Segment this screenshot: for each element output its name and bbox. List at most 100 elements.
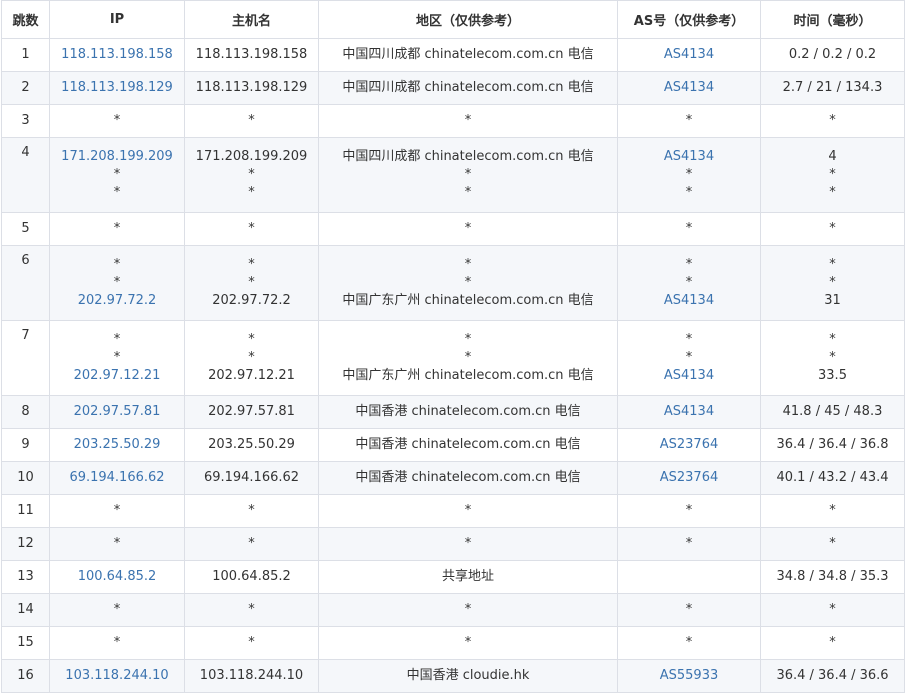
as-link[interactable]: AS4134	[618, 79, 760, 97]
as-link[interactable]: AS4134	[618, 403, 760, 421]
as-link[interactable]: AS4134	[618, 367, 760, 385]
region-cell: * * 中国广东广州 chinatelecom.com.cn 电信	[318, 245, 618, 321]
time-cell: *	[760, 593, 905, 627]
hostname-cell: 103.118.244.10	[184, 659, 319, 693]
time-value: 36.4 / 36.4 / 36.8	[776, 437, 889, 452]
ip-link[interactable]: 171.208.199.209	[50, 148, 184, 166]
region-value: *	[464, 113, 472, 128]
ip-value: *	[113, 332, 121, 347]
host-value: *	[248, 185, 255, 200]
region-value: *	[464, 350, 472, 365]
as-value: *	[685, 536, 693, 551]
table-row: 4 171.208.199.209 * * 171.208.199.209 * * 中国四川成…	[1, 137, 905, 213]
as-link[interactable]: AS4134	[618, 148, 760, 166]
region-value: 中国广东广州 chinatelecom.com.cn 电信	[342, 368, 594, 383]
ip-link[interactable]: 103.118.244.10	[50, 667, 184, 685]
ip-link[interactable]: 100.64.85.2	[50, 568, 184, 586]
col-header-hop: 跳数	[1, 0, 50, 39]
region-cell: *	[318, 626, 618, 660]
as-link[interactable]: AS23764	[618, 436, 760, 454]
time-value: *	[829, 602, 836, 617]
time-value: *	[829, 503, 836, 518]
region-cell: 中国四川成都 chinatelecom.com.cn 电信 * *	[318, 137, 618, 213]
col-header-time: 时间（毫秒）	[760, 0, 905, 39]
ip-link[interactable]: 202.97.72.2	[50, 292, 184, 310]
ip-link[interactable]: 69.194.166.62	[50, 469, 184, 487]
region-cell: 中国香港 chinatelecom.com.cn 电信	[318, 428, 618, 462]
ip-link[interactable]: 202.97.12.21	[50, 367, 184, 385]
as-cell: AS4134 * *	[617, 137, 761, 213]
time-cell: *	[760, 527, 905, 561]
ip-link[interactable]: 118.113.198.158	[50, 46, 184, 64]
ip-link[interactable]: 203.25.50.29	[50, 436, 184, 454]
host-value: *	[248, 257, 255, 272]
ip-value: *	[113, 350, 121, 365]
region-value: 中国香港 chinatelecom.com.cn 电信	[355, 404, 581, 419]
hostname-cell: 100.64.85.2	[184, 560, 319, 594]
hostname-cell: *	[184, 593, 319, 627]
ip-link[interactable]: 202.97.57.81	[50, 403, 184, 421]
time-cell: *	[760, 212, 905, 246]
time-value: *	[829, 185, 836, 200]
region-value: 中国香港 chinatelecom.com.cn 电信	[355, 470, 581, 485]
time-cell: 0.2 / 0.2 / 0.2	[760, 38, 905, 72]
ip-value: *	[113, 167, 121, 182]
as-link[interactable]: AS55933	[618, 667, 760, 685]
time-value: *	[829, 635, 836, 650]
as-link[interactable]: AS23764	[618, 469, 760, 487]
host-value: *	[248, 635, 255, 650]
ip-cell: *	[49, 494, 185, 528]
as-value: *	[685, 185, 693, 200]
host-value: 103.118.244.10	[199, 668, 304, 683]
as-value: *	[685, 602, 693, 617]
region-cell: *	[318, 494, 618, 528]
ip-value: *	[113, 257, 121, 272]
ip-value: *	[113, 221, 121, 236]
hop-cell: 3	[1, 104, 50, 138]
as-link[interactable]: AS4134	[618, 46, 760, 64]
time-cell: 40.1 / 43.2 / 43.4	[760, 461, 905, 495]
hop-cell: 6	[1, 245, 50, 321]
host-value: *	[248, 536, 255, 551]
hostname-cell: 118.113.198.158	[184, 38, 319, 72]
host-value: 203.25.50.29	[208, 437, 295, 452]
as-cell: *	[617, 593, 761, 627]
hostname-cell: 203.25.50.29	[184, 428, 319, 462]
region-cell: *	[318, 104, 618, 138]
hop-cell: 7	[1, 320, 50, 396]
as-link[interactable]: AS4134	[618, 292, 760, 310]
hop-cell: 2	[1, 71, 50, 105]
region-value: *	[464, 602, 472, 617]
as-value: *	[685, 503, 693, 518]
hostname-cell: 69.194.166.62	[184, 461, 319, 495]
hostname-cell: *	[184, 626, 319, 660]
table-row: 5 * * * * *	[1, 212, 905, 246]
region-cell: *	[318, 212, 618, 246]
region-value: *	[464, 275, 472, 290]
as-value: *	[685, 350, 693, 365]
host-value: *	[248, 350, 255, 365]
time-cell: *	[760, 494, 905, 528]
region-value: *	[464, 221, 472, 236]
as-cell: AS55933	[617, 659, 761, 693]
host-value: 118.113.198.158	[195, 47, 308, 62]
region-value: *	[464, 536, 472, 551]
table-body: 1 118.113.198.158 118.113.198.158 中国四川成都 ch…	[1, 38, 905, 693]
region-cell: *	[318, 593, 618, 627]
region-value: *	[464, 257, 472, 272]
col-header-as: AS号（仅供参考）	[617, 0, 761, 39]
time-cell: * * 33.5	[760, 320, 905, 396]
time-value: 4	[828, 149, 837, 164]
table-row: 1 118.113.198.158 118.113.198.158 中国四川成都 ch…	[1, 38, 905, 72]
ip-cell: * * 202.97.12.21	[49, 320, 185, 396]
time-cell: 4 * *	[760, 137, 905, 213]
as-cell: *	[617, 212, 761, 246]
ip-cell: *	[49, 104, 185, 138]
hop-cell: 1	[1, 38, 50, 72]
ip-cell: 103.118.244.10	[49, 659, 185, 693]
hop-cell: 13	[1, 560, 50, 594]
ip-link[interactable]: 118.113.198.129	[50, 79, 184, 97]
time-value: 36.4 / 36.4 / 36.6	[776, 668, 889, 683]
hostname-cell: 171.208.199.209 * *	[184, 137, 319, 213]
region-value: *	[464, 635, 472, 650]
